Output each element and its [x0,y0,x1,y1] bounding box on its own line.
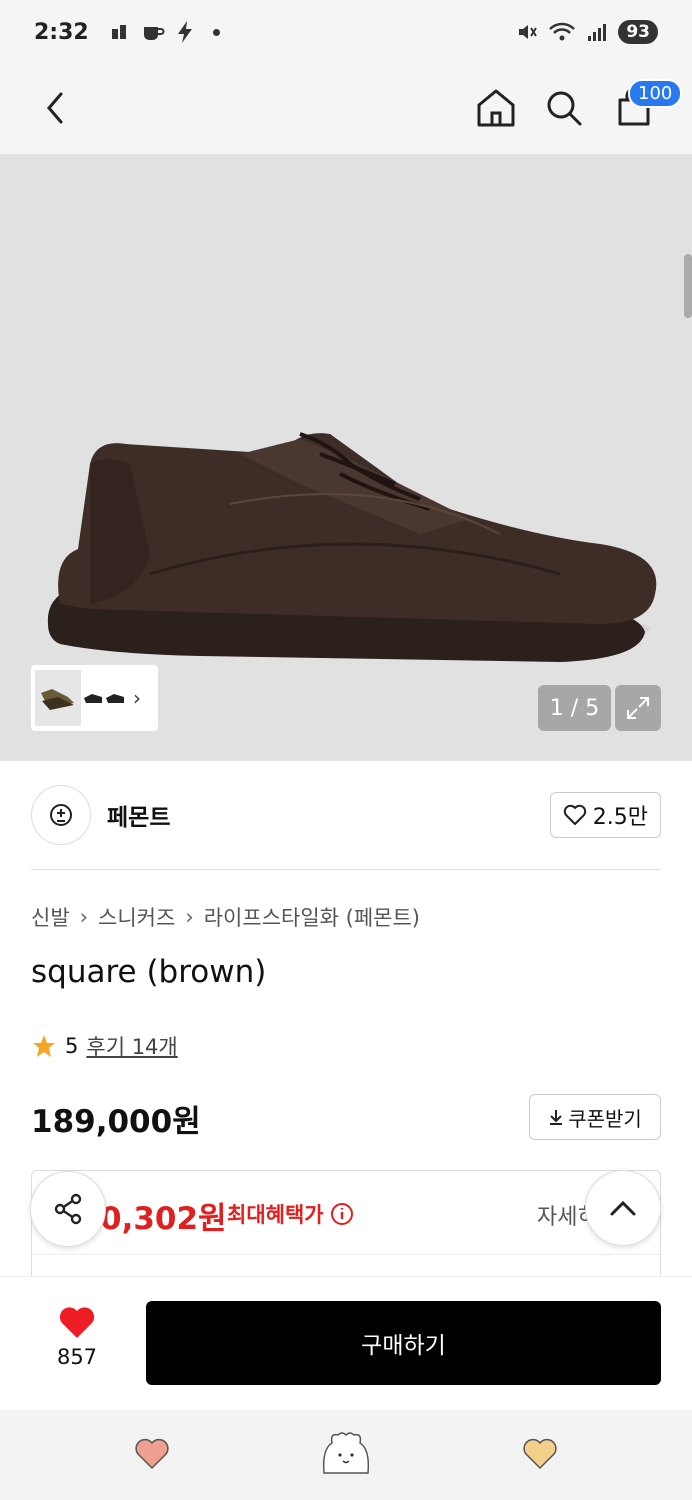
product-title: square (brown) [31,954,267,990]
signal-icon [588,24,607,41]
bear-icon [322,1432,370,1474]
search-button[interactable] [538,82,590,134]
max-benefit-label: 최대혜택가 [227,1199,354,1229]
star-icon [33,1035,55,1057]
thumbnail-shoe-image [84,694,124,703]
brand-logo-icon [50,804,72,826]
thumbnail-strip[interactable]: › [31,665,158,731]
breadcrumb-item[interactable]: 신발 [31,902,70,932]
battery-indicator: 93 [618,20,658,44]
breadcrumb: 신발 › 스니커즈 › 라이프스타일화 (페몬트) [31,902,420,932]
heart-pink-icon [135,1438,169,1470]
notification-icon [111,25,126,39]
thumbnail-2[interactable] [81,670,127,726]
expand-icon [627,697,649,719]
product-image-gallery[interactable]: › 1 / 5 [0,154,692,761]
review-link[interactable]: 후기 14개 [86,1031,177,1061]
home-button[interactable] [470,82,522,134]
coupon-label: 쿠폰받기 [568,1106,642,1131]
pink-heart-button[interactable] [132,1436,172,1472]
info-icon[interactable] [330,1202,354,1226]
bear-button[interactable] [318,1428,374,1480]
search-icon [547,91,582,126]
thumbnail-1[interactable] [35,670,81,726]
dot-icon [212,28,220,36]
status-time: 2:32 [34,19,89,45]
brand-logo[interactable] [31,785,91,845]
scroll-top-button[interactable] [585,1170,661,1246]
status-bar: 2:32 93 [0,0,692,64]
breadcrumb-item[interactable]: 스니커즈 [98,902,175,932]
heart-yellow-icon [523,1438,557,1470]
top-nav-bar [0,64,692,154]
divider [32,1254,660,1255]
back-button[interactable] [30,82,82,134]
heart-outline-icon [563,804,586,825]
expand-button[interactable] [615,685,661,731]
wishlist-count: 857 [56,1345,98,1369]
purchase-bar: 857 구매하기 [0,1276,692,1410]
brand-like-count: 2.5만 [592,805,648,830]
rating-row: 5 후기 14개 [31,1031,178,1061]
max-benefit-card[interactable]: 0,302원 최대혜택가 자세히 [31,1170,661,1290]
buy-button[interactable]: 구매하기 [146,1301,661,1385]
thumbnail-shoe-image [41,689,74,710]
breadcrumb-item[interactable]: 라이프스타일화 (페몬트) [204,902,420,932]
wishlist-button[interactable]: 857 [45,1305,109,1369]
bottom-navigation [0,1410,692,1500]
chevron-up-icon [610,1200,636,1216]
bolt-icon [177,21,192,43]
yellow-heart-button[interactable] [520,1436,560,1472]
back-arrow-icon [47,92,63,124]
coffee-icon [143,27,165,40]
home-icon [477,89,515,127]
share-icon [54,1193,82,1225]
chevron-right-icon: › [185,905,194,929]
product-price: 189,000원 [31,1104,201,1140]
brand-row: 페몬트 2.5만 [31,785,661,845]
heart-filled-icon [59,1307,95,1338]
mute-icon [519,25,538,39]
brand-like-button[interactable]: 2.5만 [549,792,661,838]
brand-name[interactable]: 페몬트 [107,798,170,832]
rating-value: 5 [65,1034,79,1058]
wifi-icon [549,22,576,41]
scroll-indicator [684,254,692,318]
download-icon [550,1110,563,1125]
page-counter: 1 / 5 [538,685,611,731]
share-button[interactable] [30,1171,106,1247]
divider [31,869,661,870]
max-benefit-price: 0,302원 [100,1201,227,1237]
chevron-right-icon: › [79,905,89,929]
chevron-right-icon[interactable]: › [133,686,141,710]
coupon-button[interactable]: 쿠폰받기 [529,1094,661,1140]
cart-badge: 100 [628,79,683,108]
